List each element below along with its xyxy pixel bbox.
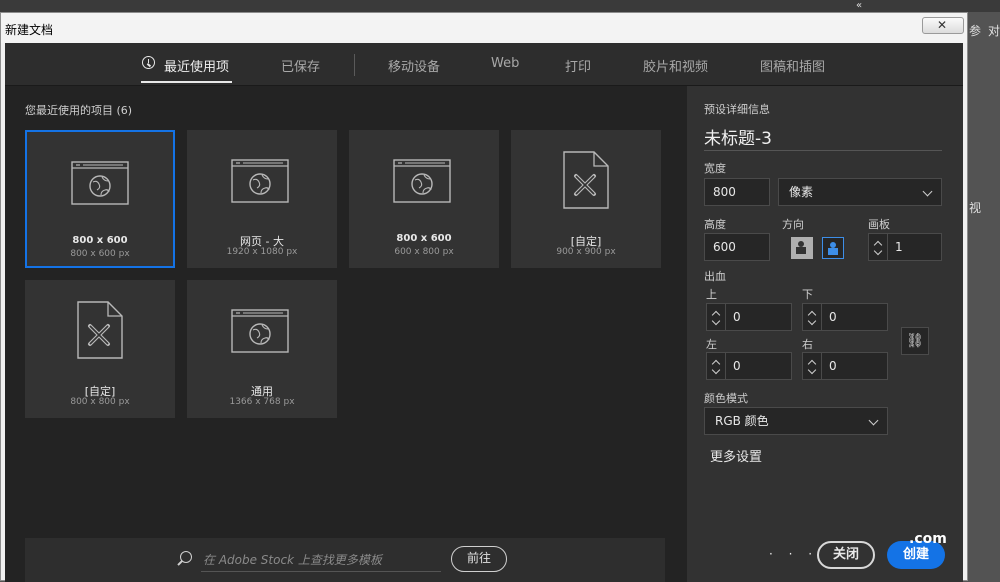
preset-size: 800 x 600 px — [70, 249, 130, 259]
height-label: 高度 — [704, 218, 726, 231]
bleed-left-value: 0 — [733, 359, 741, 373]
bleed-top-stepper[interactable]: 0 — [706, 303, 792, 331]
panel-tab-text[interactable]: 视 — [969, 199, 981, 216]
watermark-dots: · · · — [769, 547, 819, 561]
bleed-left-label: 左 — [706, 338, 717, 351]
preset-size: 800 x 800 px — [70, 397, 130, 407]
more-settings-link[interactable]: 更多设置 — [710, 446, 762, 465]
preset-name: 800 x 600 — [72, 235, 128, 246]
custom-document-icon — [562, 150, 624, 209]
new-document-dialog: 最近使用项 已保存 移动设备 Web 打印 胶片和视频 图稿和插图 您最近使用的… — [5, 43, 963, 582]
watermark-text: .com — [909, 531, 947, 547]
preset-size: 1920 x 1080 px — [226, 247, 298, 257]
stepper-arrows-icon[interactable] — [803, 353, 822, 379]
preset-card[interactable]: 800 x 600 600 x 800 px — [349, 130, 499, 268]
new-document-window: 新建文档 ✕ 最近使用项 已保存 移动设备 Web 打印 胶片和视频 图稿和插图… — [0, 12, 968, 582]
tab-saved[interactable]: 已保存 — [281, 56, 320, 75]
width-input[interactable]: 800 — [704, 178, 770, 206]
bleed-top-label: 上 — [706, 288, 717, 301]
stepper-arrows-icon[interactable] — [869, 234, 888, 260]
width-label: 宽度 — [704, 162, 726, 175]
go-button[interactable]: 前往 — [451, 546, 507, 572]
color-mode-label: 颜色模式 — [704, 392, 748, 405]
collapse-arrows-icon[interactable]: « — [856, 0, 862, 11]
preset-card[interactable]: 800 x 600 800 x 600 px — [25, 130, 175, 268]
close-button[interactable]: 关闭 — [817, 541, 875, 569]
tab-recent[interactable]: 最近使用项 — [164, 56, 229, 75]
document-name-field[interactable]: 未标题-3 — [704, 124, 942, 151]
section-title: 预设详细信息 — [704, 103, 770, 116]
bleed-label: 出血 — [704, 270, 726, 283]
tab-divider — [354, 54, 355, 76]
bleed-bottom-value: 0 — [829, 310, 837, 324]
artboard-value: 1 — [895, 240, 903, 254]
recent-items-panel: 您最近使用的项目 (6) 800 x 600 800 x 600 px 网页 -… — [5, 86, 687, 582]
preset-name: 800 x 600 — [396, 233, 452, 244]
panel-tab-text[interactable]: 参 — [969, 22, 981, 39]
link-icon: ⛓ — [906, 333, 924, 349]
bleed-right-label: 右 — [802, 338, 813, 351]
link-bleed-button[interactable]: ⛓ — [901, 327, 929, 355]
close-icon: ✕ — [937, 18, 948, 32]
chevron-down-icon — [868, 415, 879, 426]
app-background-right: 参 对 视 — [963, 12, 1000, 581]
web-document-icon — [393, 156, 455, 206]
dialog-actions: · · · 关闭 创建 .com — [687, 529, 963, 582]
chevron-down-icon — [922, 186, 933, 197]
stock-search-bar: 前往 — [25, 538, 665, 582]
preset-card[interactable]: 通用 1366 x 768 px — [187, 280, 337, 418]
tab-film-video[interactable]: 胶片和视频 — [643, 56, 708, 75]
stock-search-input[interactable] — [201, 548, 441, 572]
stepper-arrows-icon[interactable] — [707, 353, 726, 379]
stepper-arrows-icon[interactable] — [803, 304, 822, 330]
category-tabs: 最近使用项 已保存 移动设备 Web 打印 胶片和视频 图稿和插图 — [5, 43, 963, 86]
color-mode-value: RGB 颜色 — [715, 414, 769, 428]
bleed-bottom-stepper[interactable]: 0 — [802, 303, 888, 331]
web-document-icon — [231, 156, 293, 206]
preset-card[interactable]: 网页 - 大 1920 x 1080 px — [187, 130, 337, 268]
tab-print[interactable]: 打印 — [565, 56, 591, 75]
bleed-right-value: 0 — [829, 359, 837, 373]
preset-card[interactable]: [自定] 900 x 900 px — [511, 130, 661, 268]
section-title: 您最近使用的项目 (6) — [25, 104, 133, 117]
portrait-orientation-button[interactable] — [791, 237, 813, 259]
tab-art-illustration[interactable]: 图稿和插图 — [760, 56, 825, 75]
preset-card[interactable]: [自定] 800 x 800 px — [25, 280, 175, 418]
clock-icon — [142, 56, 155, 69]
bleed-left-stepper[interactable]: 0 — [706, 352, 792, 380]
height-input[interactable]: 600 — [704, 233, 770, 261]
orientation-label: 方向 — [782, 218, 804, 231]
window-close-button[interactable]: ✕ — [922, 17, 964, 34]
artboard-stepper[interactable]: 1 — [868, 233, 942, 261]
active-tab-indicator — [141, 81, 232, 83]
panel-tab-text[interactable]: 对 — [988, 22, 1000, 39]
custom-document-icon — [76, 300, 138, 359]
preset-size: 1366 x 768 px — [229, 397, 295, 407]
bleed-right-stepper[interactable]: 0 — [802, 352, 888, 380]
artboard-label: 画板 — [868, 218, 890, 231]
preset-size: 900 x 900 px — [556, 247, 616, 257]
search-icon — [180, 551, 192, 563]
preset-size: 600 x 800 px — [394, 247, 454, 257]
app-background-top: « — [0, 0, 1000, 12]
tab-mobile[interactable]: 移动设备 — [388, 56, 440, 75]
web-document-icon — [231, 306, 293, 356]
web-document-icon — [71, 158, 133, 208]
unit-value: 像素 — [789, 185, 814, 199]
bleed-top-value: 0 — [733, 310, 741, 324]
stepper-arrows-icon[interactable] — [707, 304, 726, 330]
bleed-bottom-label: 下 — [802, 288, 813, 301]
landscape-orientation-button[interactable] — [822, 237, 844, 259]
tab-web[interactable]: Web — [491, 56, 519, 71]
unit-select[interactable]: 像素 — [778, 178, 942, 206]
title-bar: 新建文档 ✕ — [1, 13, 967, 43]
preset-details-panel: 预设详细信息 未标题-3 宽度 800 像素 高度 方向 画板 600 1 出血… — [687, 86, 963, 582]
window-title: 新建文档 — [5, 23, 54, 37]
color-mode-select[interactable]: RGB 颜色 — [704, 407, 888, 435]
